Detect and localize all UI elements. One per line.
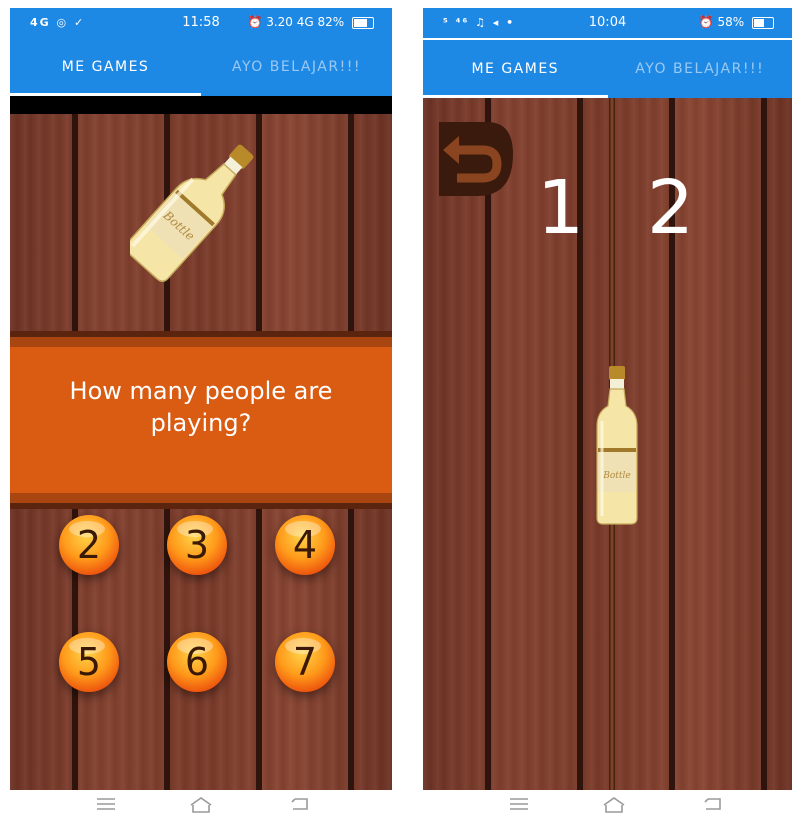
tab-bar: ME GAMES AYO BELAJAR!!!	[423, 40, 792, 98]
button-label: 5	[76, 640, 102, 684]
top-band	[10, 96, 392, 114]
player-2-label: 2	[647, 165, 695, 251]
players-6-button[interactable]: 6	[167, 632, 227, 692]
status-indicators: ⏰ 3.20 4G 82%	[247, 15, 345, 29]
phone-screen-setup: 4G ◎ ✓ 11:58 ⏰ 3.20 4G 82% ME GAMES AYO …	[10, 0, 392, 821]
menu-icon[interactable]	[94, 796, 118, 814]
tab-me-games[interactable]: ME GAMES	[423, 40, 608, 98]
button-label: 7	[292, 640, 318, 684]
players-7-button[interactable]: 7	[275, 632, 335, 692]
back-icon[interactable]	[701, 796, 725, 814]
status-bar: 4G ◎ ✓ 11:58 ⏰ 3.20 4G 82%	[10, 8, 392, 38]
tab-bar: ME GAMES AYO BELAJAR!!!	[10, 38, 392, 96]
home-icon[interactable]	[189, 796, 213, 814]
status-right: ⏰ 58%	[699, 15, 774, 29]
phone-screen-game: ⁵ ⁴⁶ ♫ ◂ • 10:04 ⏰ 58% ME GAMES AYO BELA…	[423, 0, 792, 821]
status-bar: ⁵ ⁴⁶ ♫ ◂ • 10:04 ⏰ 58%	[423, 8, 792, 38]
battery-icon	[352, 16, 374, 29]
tab-ayo-belajar[interactable]: AYO BELAJAR!!!	[201, 38, 392, 96]
status-right: ⏰ 3.20 4G 82%	[247, 15, 374, 29]
menu-icon[interactable]	[507, 796, 531, 814]
players-4-button[interactable]: 4	[275, 515, 335, 575]
tab-ayo-belajar[interactable]: AYO BELAJAR!!!	[608, 40, 792, 98]
button-label: 4	[292, 523, 318, 567]
players-3-button[interactable]: 3	[167, 515, 227, 575]
system-nav-bar	[10, 790, 392, 821]
question-text: How many people are playing?	[69, 377, 333, 437]
button-label: 2	[76, 523, 102, 567]
bottle-icon[interactable]: Bottle	[595, 366, 639, 526]
svg-text:Bottle: Bottle	[602, 471, 630, 481]
home-icon[interactable]	[602, 796, 626, 814]
button-label: 6	[184, 640, 210, 684]
tab-me-games[interactable]: ME GAMES	[10, 38, 201, 96]
battery-icon	[752, 16, 774, 29]
status-indicators: ⏰ 58%	[698, 15, 745, 29]
undo-icon[interactable]	[437, 120, 515, 198]
bottle-icon: Bottle	[130, 144, 254, 282]
player-1-label: 1	[537, 165, 585, 251]
back-icon[interactable]	[288, 796, 312, 814]
button-label: 3	[184, 523, 210, 567]
system-nav-bar	[423, 790, 792, 821]
players-5-button[interactable]: 5	[59, 632, 119, 692]
question-banner: How many people are playing?	[10, 331, 392, 509]
players-2-button[interactable]: 2	[59, 515, 119, 575]
